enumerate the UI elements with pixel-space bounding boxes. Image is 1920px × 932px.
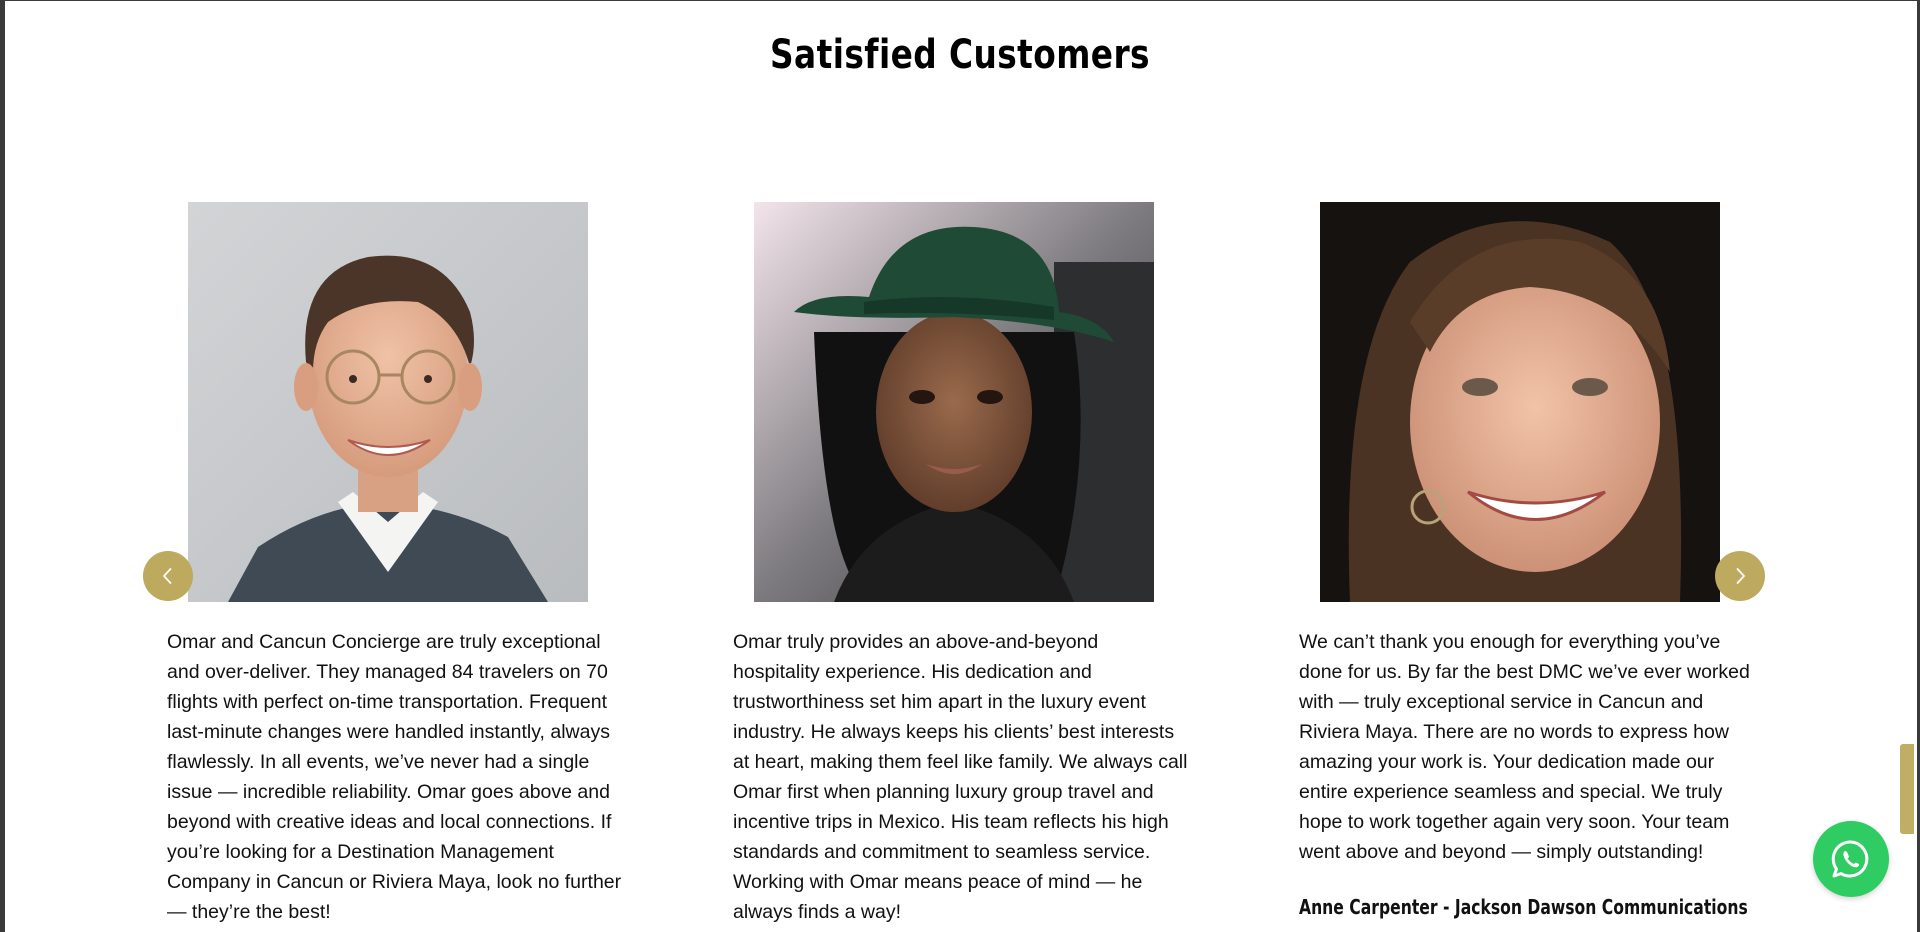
whatsapp-button[interactable] bbox=[1813, 821, 1889, 897]
whatsapp-icon bbox=[1831, 840, 1869, 878]
customer-photo bbox=[754, 202, 1154, 602]
testimonial-card: We can’t thank you enough for everything… bbox=[1291, 1, 1761, 932]
carousel-next-button[interactable] bbox=[1715, 551, 1765, 601]
testimonials-section: Satisfied Customers Omar and Cancun Conc… bbox=[5, 1, 1917, 932]
carousel-prev-button[interactable] bbox=[143, 551, 193, 601]
testimonial-card: Omar and Cancun Concierge are truly exce… bbox=[159, 1, 629, 932]
chevron-right-icon bbox=[1736, 568, 1745, 584]
scroll-tab[interactable] bbox=[1900, 744, 1914, 834]
testimonial-author: Anne Carpenter - Jackson Dawson Communic… bbox=[1299, 895, 1748, 919]
testimonial-quote: Omar and Cancun Concierge are truly exce… bbox=[167, 631, 622, 923]
testimonial-quote: We can’t thank you enough for everything… bbox=[1299, 631, 1750, 863]
testimonial-card: Omar truly provides an above-and-beyond … bbox=[725, 1, 1195, 932]
testimonial-quote: Omar truly provides an above-and-beyond … bbox=[733, 631, 1188, 923]
customer-photo bbox=[188, 202, 588, 602]
customer-photo bbox=[1320, 202, 1720, 602]
chevron-left-icon bbox=[163, 568, 172, 584]
